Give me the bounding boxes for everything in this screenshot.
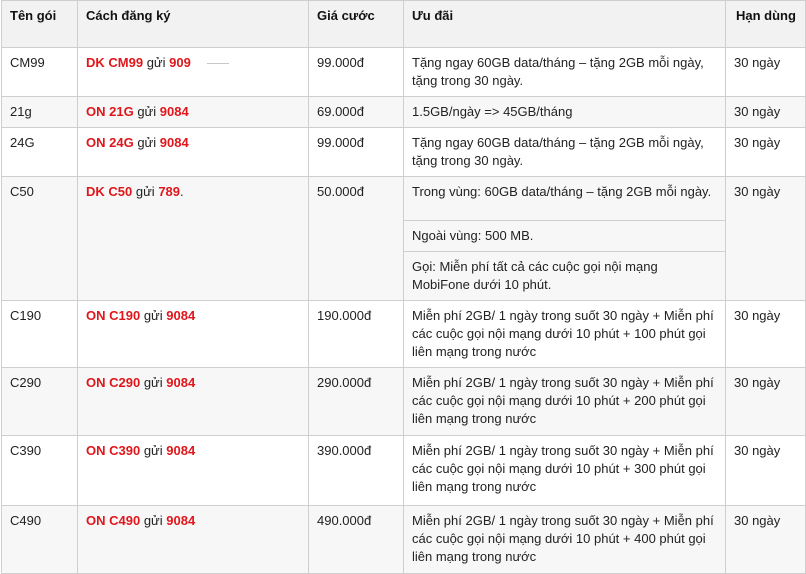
header-price: Giá cước — [308, 0, 404, 48]
offer: Miễn phí 2GB/ 1 ngày trong suốt 30 ngày … — [403, 505, 726, 574]
register-cell: ON C490 gửi 9084 — [77, 505, 309, 574]
package-name: C190 — [1, 300, 78, 368]
table-row: C390 ON C390 gửi 9084 390.000đ Miễn phí … — [1, 435, 806, 506]
duration: 30 ngày — [725, 127, 806, 177]
table-row: C50 DK C50 gửi 789. 50.000đ Trong vùng: … — [1, 176, 806, 301]
header-duration: Hạn dùng — [725, 0, 806, 48]
short-code: 789 — [158, 184, 181, 199]
duration: 30 ngày — [725, 505, 806, 574]
send-word: gửi — [135, 184, 155, 199]
send-word: gửi — [143, 375, 163, 390]
price: 490.000đ — [308, 505, 404, 574]
table-row: C290 ON C290 gửi 9084 290.000đ Miễn phí … — [1, 367, 806, 436]
register-cell: ON C290 gửi 9084 — [77, 367, 309, 436]
offer: Tặng ngay 60GB data/tháng – tặng 2GB mỗi… — [403, 127, 726, 177]
package-table: Tên gói Cách đăng ký Giá cước Ưu đãi Hạn… — [1, 0, 806, 574]
package-name: C290 — [1, 367, 78, 436]
divider-line — [206, 63, 229, 65]
package-name: C390 — [1, 435, 78, 506]
header-offer: Ưu đãi — [403, 0, 726, 48]
duration: 30 ngày — [725, 300, 806, 368]
offer: Miễn phí 2GB/ 1 ngày trong suốt 30 ngày … — [403, 367, 726, 436]
price: 290.000đ — [308, 367, 404, 436]
duration: 30 ngày — [725, 96, 806, 128]
register-command: DK C50 — [86, 184, 133, 199]
offer: Tặng ngay 60GB data/tháng – tặng 2GB mỗi… — [403, 47, 726, 97]
send-word: gửi — [143, 513, 163, 528]
register-cell: DK CM99 gửi 909 — [77, 47, 309, 97]
offer: 1.5GB/ngày => 45GB/tháng — [403, 96, 726, 128]
register-command: DK CM99 — [86, 55, 144, 70]
price: 99.000đ — [308, 127, 404, 177]
header-name: Tên gói — [1, 0, 78, 48]
short-code: 9084 — [159, 135, 189, 150]
package-name: 21g — [1, 96, 78, 128]
register-command: ON C390 — [86, 443, 141, 458]
price: 50.000đ — [308, 176, 404, 301]
offer-out-zone: Ngoài vùng: 500 MB. — [403, 220, 726, 252]
table-row: 21g ON 21G gửi 9084 69.000đ 1.5GB/ngày =… — [1, 96, 806, 128]
price: 99.000đ — [308, 47, 404, 97]
table-row: C490 ON C490 gửi 9084 490.000đ Miễn phí … — [1, 505, 806, 574]
send-word: gửi — [137, 135, 157, 150]
duration: 30 ngày — [725, 367, 806, 436]
price: 190.000đ — [308, 300, 404, 368]
price: 390.000đ — [308, 435, 404, 506]
duration: 30 ngày — [725, 176, 806, 301]
short-code: 9084 — [159, 104, 189, 119]
offer: Miễn phí 2GB/ 1 ngày trong suốt 30 ngày … — [403, 300, 726, 368]
short-code: 9084 — [166, 375, 196, 390]
offer-calls: Gọi: Miễn phí tất cả các cuộc gọi nội mạ… — [403, 251, 726, 301]
package-name: C50 — [1, 176, 78, 301]
register-cell: ON C390 gửi 9084 — [77, 435, 309, 506]
send-word: gửi — [146, 55, 166, 70]
price: 69.000đ — [308, 96, 404, 128]
send-word: gửi — [137, 104, 157, 119]
register-cell: ON C190 gửi 9084 — [77, 300, 309, 368]
table-row: C190 ON C190 gửi 9084 190.000đ Miễn phí … — [1, 300, 806, 368]
register-command: ON C490 — [86, 513, 141, 528]
short-code: 909 — [169, 55, 191, 70]
register-command: ON C290 — [86, 375, 141, 390]
register-command: ON 24G — [86, 135, 134, 150]
register-cell: ON 21G gửi 9084 — [77, 96, 309, 128]
offer-in-zone: Trong vùng: 60GB data/tháng – tặng 2GB m… — [403, 176, 726, 221]
send-word: gửi — [143, 308, 163, 323]
short-code: 9084 — [166, 308, 196, 323]
short-code: 9084 — [166, 513, 196, 528]
duration: 30 ngày — [725, 435, 806, 506]
register-cell: DK C50 gửi 789. — [77, 176, 309, 301]
send-word: gửi — [143, 443, 163, 458]
punctuation: . — [180, 184, 184, 199]
offer: Miễn phí 2GB/ 1 ngày trong suốt 30 ngày … — [403, 435, 726, 506]
duration: 30 ngày — [725, 47, 806, 97]
short-code: 9084 — [166, 443, 196, 458]
header-register: Cách đăng ký — [77, 0, 309, 48]
table-row: 24G ON 24G gửi 9084 99.000đ Tặng ngay 60… — [1, 127, 806, 177]
register-command: ON C190 — [86, 308, 141, 323]
header-row: Tên gói Cách đăng ký Giá cước Ưu đãi Hạn… — [1, 0, 806, 48]
package-name: 24G — [1, 127, 78, 177]
table-row: CM99 DK CM99 gửi 909 99.000đ Tặng ngay 6… — [1, 47, 806, 97]
register-command: ON 21G — [86, 104, 134, 119]
package-name: CM99 — [1, 47, 78, 97]
package-name: C490 — [1, 505, 78, 574]
register-cell: ON 24G gửi 9084 — [77, 127, 309, 177]
